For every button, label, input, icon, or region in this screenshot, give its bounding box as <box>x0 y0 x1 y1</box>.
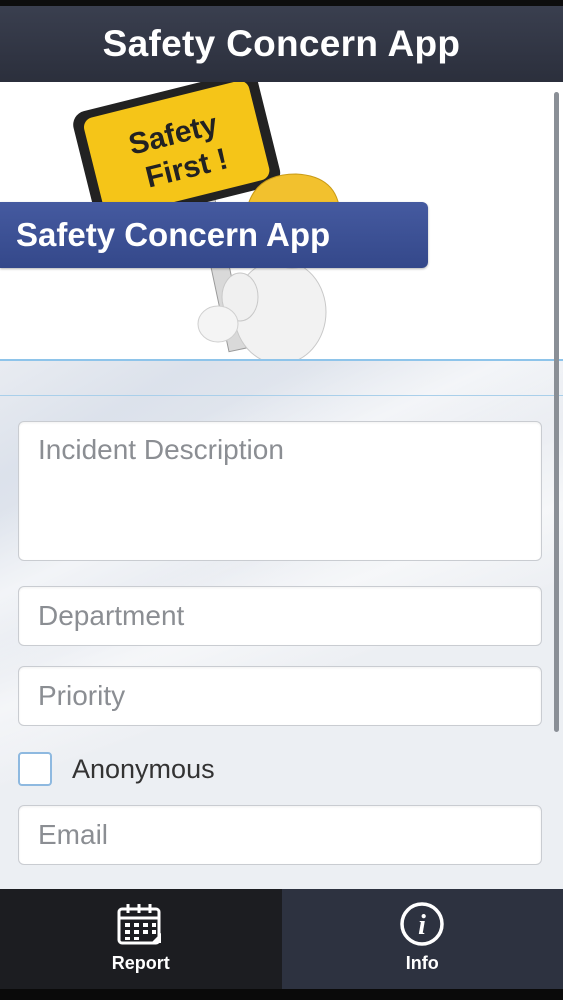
department-placeholder: Department <box>38 600 185 631</box>
main-content[interactable]: Safety First ! Safety Concern App Incide… <box>0 82 563 889</box>
svg-text:i: i <box>418 910 426 941</box>
page-title: Safety Concern App <box>102 23 461 64</box>
bottom-strip <box>0 989 563 1000</box>
tab-report-label: Report <box>111 953 170 973</box>
department-field[interactable]: Department <box>18 586 542 646</box>
incident-description-placeholder: Incident Description <box>38 434 284 465</box>
banner: Safety First ! Safety Concern App <box>0 82 563 361</box>
banner-label: Safety Concern App <box>0 202 428 268</box>
banner-label-text: Safety Concern App <box>16 216 331 253</box>
priority-field[interactable]: Priority <box>18 666 542 726</box>
tab-info[interactable]: i Info <box>281 889 563 989</box>
scrollbar[interactable] <box>554 92 559 732</box>
tab-info-label: Info <box>405 953 439 973</box>
email-placeholder: Email <box>38 819 109 850</box>
anonymous-checkbox[interactable] <box>18 752 52 786</box>
tab-report[interactable]: Report <box>0 889 282 989</box>
calendar-icon <box>117 904 161 945</box>
info-icon: i <box>400 902 444 946</box>
divider <box>0 395 563 396</box>
email-field[interactable]: Email <box>18 805 542 865</box>
priority-placeholder: Priority <box>38 680 126 711</box>
anonymous-row[interactable]: Anonymous <box>18 749 215 789</box>
tab-bar: Report i Info <box>0 889 563 989</box>
incident-description-field[interactable]: Incident Description <box>18 421 542 561</box>
anonymous-label[interactable]: Anonymous <box>72 754 215 785</box>
title-bar: Safety Concern App <box>0 6 563 83</box>
